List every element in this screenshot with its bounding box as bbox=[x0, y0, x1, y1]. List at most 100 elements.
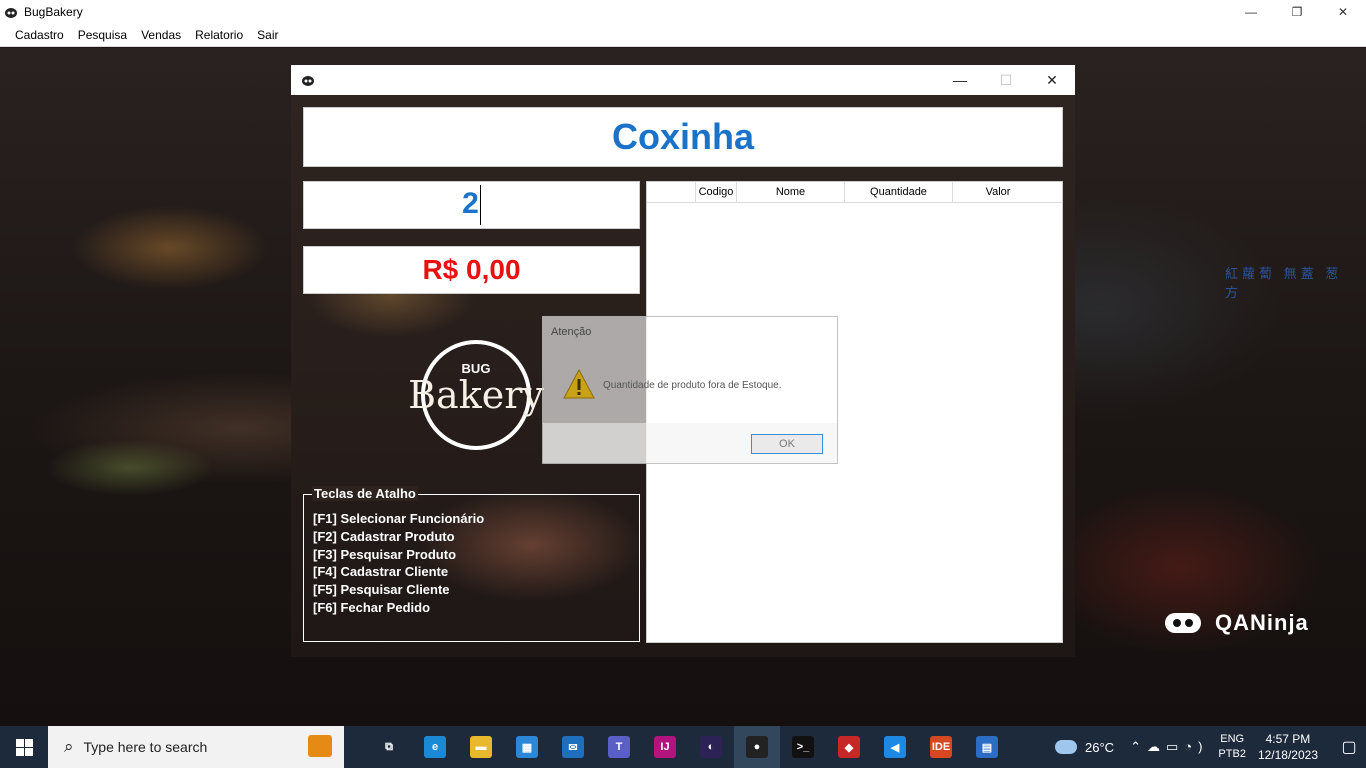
dialog-message: Quantidade de produto fora de Estoque. bbox=[603, 380, 782, 391]
sale-window-controls: — ☐ ✕ bbox=[937, 65, 1075, 95]
search-placeholder: Type here to search bbox=[83, 739, 208, 755]
shortcuts-title: Teclas de Atalho bbox=[312, 486, 418, 501]
sale-minimize-button[interactable]: — bbox=[937, 65, 983, 95]
shortcut-item: [F2] Cadastrar Produto bbox=[313, 528, 455, 544]
grid-header-nome[interactable]: Nome bbox=[737, 182, 845, 202]
sale-maximize-button[interactable]: ☐ bbox=[983, 65, 1029, 95]
taskbar-app-intellij[interactable]: IJ bbox=[642, 726, 688, 768]
task-view-icon: ⧉ bbox=[378, 736, 400, 758]
shortcut-item: [F6] Fechar Pedido bbox=[313, 599, 431, 615]
taskbar-app-vscode[interactable]: ◀ bbox=[872, 726, 918, 768]
logo-bakery-text: Bakery bbox=[408, 373, 544, 417]
menubar: Cadastro Pesquisa Vendas Relatorio Sair bbox=[0, 23, 1366, 47]
store-icon: ▦ bbox=[516, 736, 538, 758]
cloud-icon bbox=[1055, 740, 1078, 754]
clock[interactable]: 4:57 PM 12/18/2023 bbox=[1258, 731, 1318, 763]
grid-header-selector[interactable] bbox=[647, 182, 696, 202]
taskbar-app-edge[interactable]: e bbox=[412, 726, 458, 768]
ide-icon: IDE bbox=[930, 736, 952, 758]
taskbar: ⌕ Type here to search ⧉ e ▬ ▦ ✉ T IJ ◐ ● >_ ◆ ◀ IDE ▤… bbox=[0, 726, 1366, 768]
app-red-icon: ◆ bbox=[838, 736, 860, 758]
grid-header-valor[interactable]: Valor bbox=[953, 182, 1043, 202]
taskbar-app-bugbakery[interactable]: ● bbox=[734, 726, 780, 768]
file-explorer-icon: ▬ bbox=[470, 736, 492, 758]
language-indicator[interactable]: ENG PTB2 bbox=[1218, 732, 1246, 762]
shortcuts-groupbox: Teclas de Atalho [F1] Selecionar Funcion… bbox=[303, 486, 640, 642]
quantity-value: 2 bbox=[462, 186, 479, 220]
grid-header-codigo[interactable]: Codigo bbox=[696, 182, 737, 202]
start-button[interactable] bbox=[0, 726, 48, 768]
close-button[interactable]: ✕ bbox=[1320, 0, 1366, 23]
shortcut-item: [F4] Cadastrar Cliente bbox=[313, 564, 449, 580]
restore-button[interactable]: ❐ bbox=[1274, 0, 1320, 23]
system-tray: 26°C ⌃☁▭◔) ENG PTB2 4:57 PM 12/18/2023 ▢ bbox=[1055, 726, 1366, 768]
mail-icon: ✉ bbox=[562, 736, 584, 758]
sale-window-titlebar: — ☐ ✕ bbox=[291, 65, 1075, 95]
ninja-mask-icon bbox=[1165, 613, 1201, 633]
bugbakery-app-icon bbox=[5, 7, 17, 18]
clock-time: 4:57 PM bbox=[1265, 732, 1311, 746]
intellij-icon: IJ bbox=[654, 736, 676, 758]
taskbar-app-store[interactable]: ▦ bbox=[504, 726, 550, 768]
warning-icon bbox=[563, 369, 595, 399]
bug-bakery-logo: BUG Bakery bbox=[401, 335, 551, 455]
eclipse-icon: ◐ bbox=[700, 736, 722, 758]
search-icon: ⌕ bbox=[64, 737, 74, 756]
taskbar-app-teams[interactable]: T bbox=[596, 726, 642, 768]
taskbar-app-task-view[interactable]: ⧉ bbox=[366, 726, 412, 768]
taskbar-app-eclipse[interactable]: ◐ bbox=[688, 726, 734, 768]
dialog-title: Atenção bbox=[551, 326, 592, 338]
product-name: Coxinha bbox=[611, 116, 754, 157]
notification-icon[interactable]: ▢ bbox=[1332, 737, 1366, 757]
bugbakery-icon: ● bbox=[746, 736, 768, 758]
shortcut-item: [F1] Selecionar Funcionário bbox=[313, 511, 485, 526]
taskbar-app-app-red[interactable]: ◆ bbox=[826, 726, 872, 768]
clock-date: 12/18/2023 bbox=[1257, 748, 1318, 762]
lang-bottom: PTB2 bbox=[1218, 748, 1246, 760]
terminal-icon: >_ bbox=[792, 736, 814, 758]
price-value: R$ 0,00 bbox=[422, 254, 521, 285]
quantity-input[interactable]: 2 bbox=[303, 181, 640, 229]
product-name-field[interactable]: Coxinha bbox=[303, 107, 1063, 167]
text-caret bbox=[479, 185, 481, 225]
weather-widget[interactable]: 26°C bbox=[1055, 740, 1114, 755]
app-titlebar: BugBakery — ❐ ✕ bbox=[0, 0, 1366, 23]
background-sign-text: 紅蘿蔔 無蓋 葱 方 bbox=[1225, 266, 1343, 300]
edge-icon: e bbox=[424, 736, 446, 758]
qaninja-brand: QANinja bbox=[1215, 610, 1309, 635]
shortcut-item: [F3] Pesquisar Produto bbox=[313, 546, 457, 562]
taskbar-app-terminal[interactable]: >_ bbox=[780, 726, 826, 768]
weather-temp: 26°C bbox=[1085, 739, 1115, 755]
briefcase-icon bbox=[308, 735, 332, 757]
taskbar-app-ide[interactable]: IDE bbox=[918, 726, 964, 768]
menu-relatorio[interactable]: Relatorio bbox=[188, 28, 250, 42]
pinned-apps: ⧉ e ▬ ▦ ✉ T IJ ◐ ● >_ ◆ ◀ IDE ▤ bbox=[366, 726, 1010, 768]
taskbar-app-mail[interactable]: ✉ bbox=[550, 726, 596, 768]
warning-dialog: Atenção Quantidade de produto fora de Es… bbox=[542, 316, 838, 464]
menu-cadastro[interactable]: Cadastro bbox=[8, 28, 71, 42]
ok-button[interactable]: OK bbox=[751, 434, 823, 454]
lang-top: ENG bbox=[1220, 733, 1245, 745]
window-controls: — ❐ ✕ bbox=[1228, 0, 1366, 23]
shortcuts-list: [F1] Selecionar Funcionário [F2] Cadastr… bbox=[313, 510, 484, 617]
menu-sair[interactable]: Sair bbox=[250, 28, 285, 42]
app-title: BugBakery bbox=[24, 4, 83, 19]
grid-header: Codigo Nome Quantidade Valor bbox=[647, 182, 1062, 203]
grid-header-quantidade[interactable]: Quantidade bbox=[845, 182, 953, 202]
teams-icon: T bbox=[608, 736, 630, 758]
qaninja-logo: QANinja bbox=[1165, 610, 1309, 636]
windows-icon bbox=[15, 738, 33, 756]
sale-close-button[interactable]: ✕ bbox=[1029, 65, 1075, 95]
price-field: R$ 0,00 bbox=[303, 246, 640, 294]
minimize-button[interactable]: — bbox=[1228, 0, 1274, 23]
menu-vendas[interactable]: Vendas bbox=[134, 28, 188, 42]
shortcut-item: [F5] Pesquisar Cliente bbox=[313, 582, 450, 598]
vscode-icon: ◀ bbox=[884, 736, 906, 758]
bugbakery-window-icon bbox=[302, 76, 314, 86]
taskbar-app-file-explorer[interactable]: ▬ bbox=[458, 726, 504, 768]
taskbar-search[interactable]: ⌕ Type here to search bbox=[48, 726, 344, 768]
taskbar-app-document[interactable]: ▤ bbox=[964, 726, 1010, 768]
dialog-footer: OK bbox=[543, 423, 837, 463]
tray-system-icons[interactable]: ⌃☁▭◔) bbox=[1130, 739, 1208, 755]
menu-pesquisa[interactable]: Pesquisa bbox=[71, 28, 134, 42]
